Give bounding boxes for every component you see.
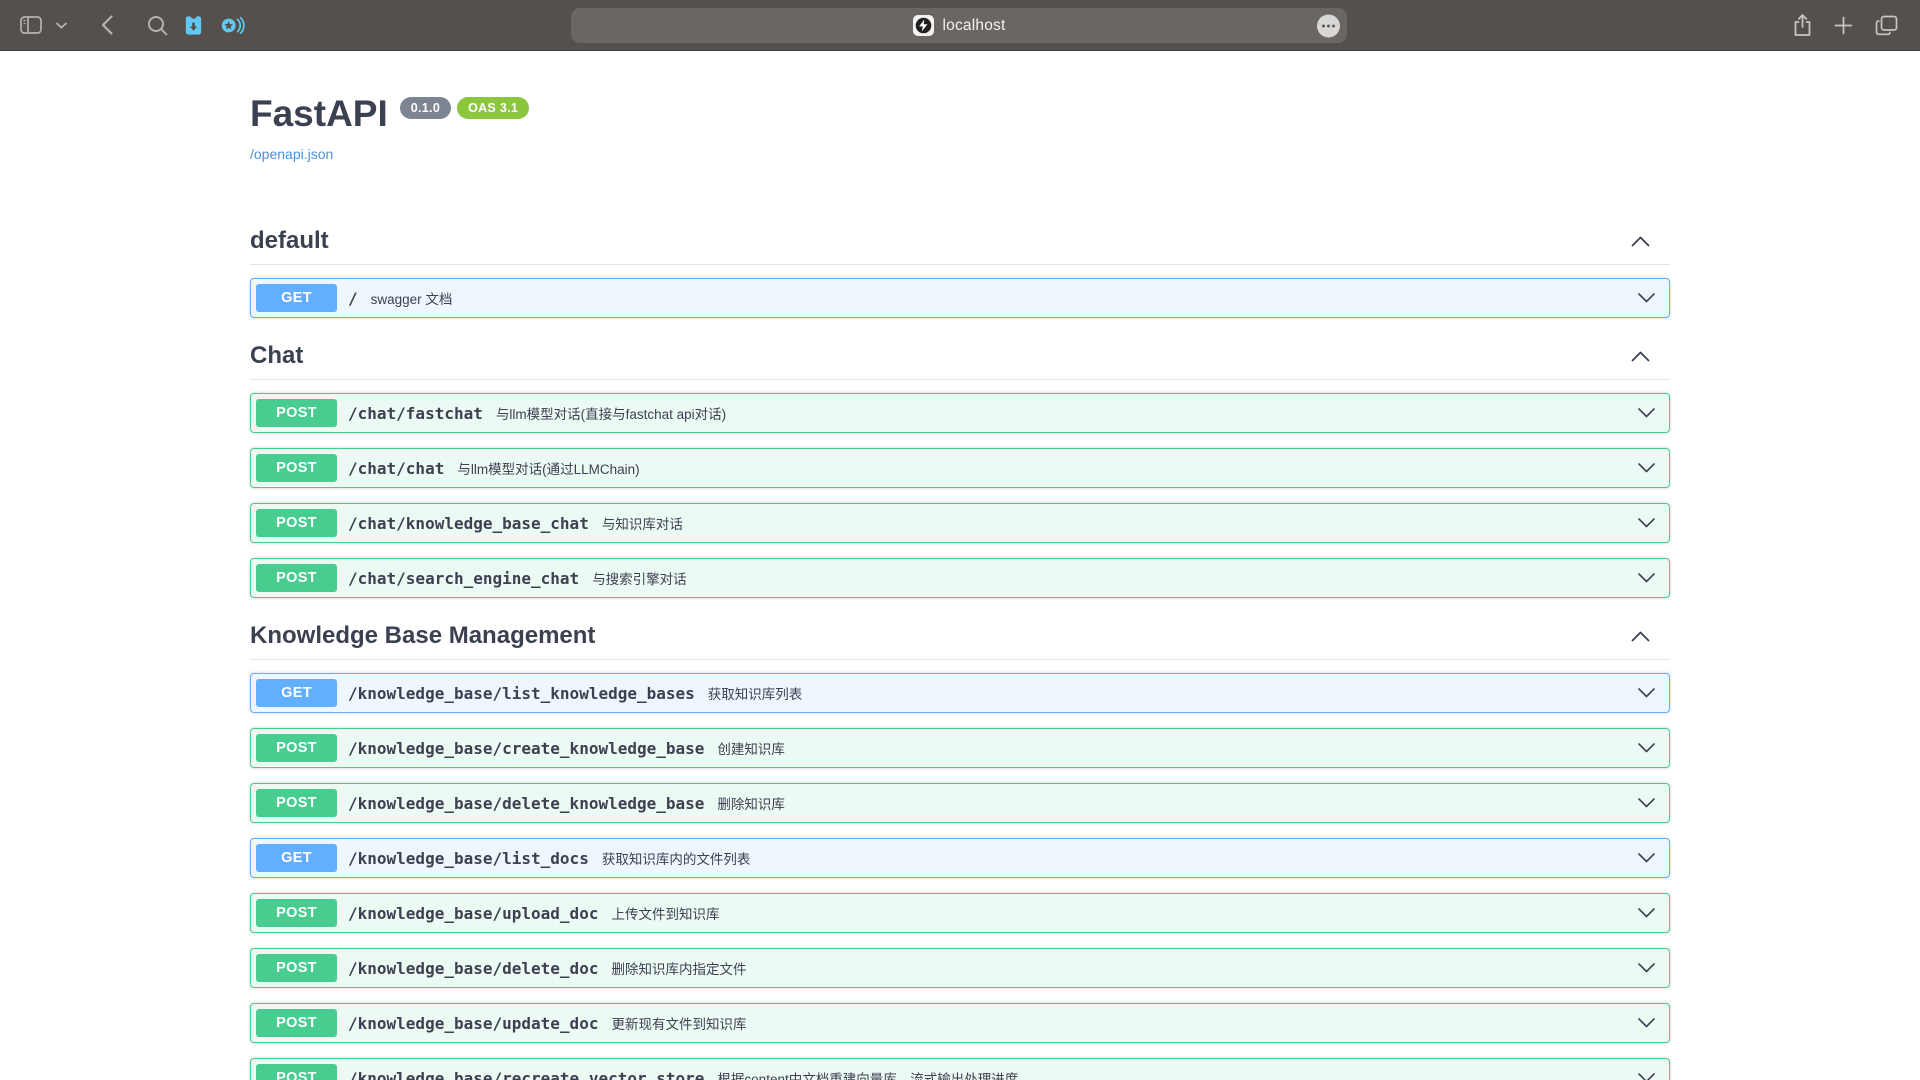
new-tab-icon[interactable] bbox=[1834, 16, 1853, 35]
method-badge: POST bbox=[256, 564, 337, 592]
tag-header-knowledge-base-management[interactable]: Knowledge Base Management bbox=[250, 613, 1670, 660]
url-text: localhost bbox=[943, 17, 1006, 35]
page-title: FastAPI 0.1.0 OAS 3.1 bbox=[250, 93, 1670, 135]
method-badge: POST bbox=[256, 509, 337, 537]
expand-chevron-down-icon[interactable] bbox=[1638, 408, 1655, 418]
extension-bookmark-icon[interactable] bbox=[182, 14, 205, 37]
operation-description: 与llm模型对话(通过LLMChain) bbox=[457, 458, 1638, 478]
expand-chevron-down-icon[interactable] bbox=[1638, 853, 1655, 863]
operation-row[interactable]: GET/knowledge_base/list_knowledge_bases 获… bbox=[250, 673, 1670, 713]
operation-row[interactable]: GET / swagger 文档 bbox=[250, 278, 1670, 318]
expand-chevron-down-icon[interactable] bbox=[1638, 908, 1655, 918]
method-badge: GET bbox=[256, 284, 337, 312]
method-badge: POST bbox=[256, 399, 337, 427]
operation-row[interactable]: POST/knowledge_base/create_knowledge_bas… bbox=[250, 728, 1670, 768]
operation-description: 获取知识库内的文件列表 bbox=[602, 848, 1638, 868]
operation-description: 删除知识库 bbox=[717, 793, 1638, 813]
browser-toolbar: localhost bbox=[0, 0, 1920, 51]
expand-chevron-down-icon[interactable] bbox=[1638, 798, 1655, 808]
operation-path: /chat/search_engine_chat bbox=[348, 569, 579, 588]
api-info: FastAPI 0.1.0 OAS 3.1 /openapi.json bbox=[250, 93, 1670, 164]
collapse-chevron-up-icon[interactable] bbox=[1631, 236, 1650, 247]
operation-path: /chat/knowledge_base_chat bbox=[348, 514, 589, 533]
operation-row[interactable]: POST/chat/fastchat 与llm模型对话(直接与fastchat a… bbox=[250, 393, 1670, 433]
operation-row[interactable]: POST/knowledge_base/upload_doc 上传文件到知识库 bbox=[250, 893, 1670, 933]
expand-chevron-down-icon[interactable] bbox=[1638, 688, 1655, 698]
method-badge: POST bbox=[256, 734, 337, 762]
operation-path: / bbox=[348, 289, 358, 308]
operation-description: 根据content中文档重建向量库，流式输出处理进度。 bbox=[717, 1068, 1638, 1080]
tag-header-chat[interactable]: Chat bbox=[250, 333, 1670, 380]
method-badge: POST bbox=[256, 1009, 337, 1037]
operation-path: /knowledge_base/upload_doc bbox=[348, 904, 598, 923]
operation-path: /knowledge_base/recreate_vector_store bbox=[348, 1069, 704, 1080]
operation-row[interactable]: POST/knowledge_base/update_doc 更新现有文件到知识库 bbox=[250, 1003, 1670, 1043]
operation-description: 上传文件到知识库 bbox=[611, 903, 1638, 923]
expand-chevron-down-icon[interactable] bbox=[1638, 293, 1655, 303]
method-badge: POST bbox=[256, 454, 337, 482]
fastapi-favicon bbox=[913, 15, 934, 36]
tab-group-chevron-icon[interactable] bbox=[56, 22, 67, 29]
extension-broadcast-icon[interactable] bbox=[219, 14, 246, 37]
api-sections: default GET / swagger 文档 Chat POST/chat/fastc… bbox=[250, 218, 1670, 1080]
operation-path: /knowledge_base/delete_knowledge_base bbox=[348, 794, 704, 813]
operation-row[interactable]: POST/chat/knowledge_base_chat 与知识库对话 bbox=[250, 503, 1670, 543]
version-badge: 0.1.0 bbox=[400, 97, 451, 119]
operation-description: 创建知识库 bbox=[717, 738, 1638, 758]
operation-row[interactable]: POST/chat/chat 与llm模型对话(通过LLMChain) bbox=[250, 448, 1670, 488]
operation-path: /knowledge_base/update_doc bbox=[348, 1014, 598, 1033]
operation-description: 删除知识库内指定文件 bbox=[611, 958, 1638, 978]
tag-header-default[interactable]: default bbox=[250, 218, 1670, 265]
method-badge: POST bbox=[256, 899, 337, 927]
operation-path: /knowledge_base/list_docs bbox=[348, 849, 589, 868]
operation-description: 更新现有文件到知识库 bbox=[611, 1013, 1638, 1033]
swagger-page: FastAPI 0.1.0 OAS 3.1 /openapi.json defa… bbox=[0, 51, 1920, 1080]
method-badge: POST bbox=[256, 954, 337, 982]
operation-path: /knowledge_base/delete_doc bbox=[348, 959, 598, 978]
tag-section: default GET / swagger 文档 bbox=[250, 218, 1670, 318]
operation-description: 获取知识库列表 bbox=[708, 683, 1638, 703]
tag-title: Knowledge Base Management bbox=[250, 622, 595, 650]
collapse-chevron-up-icon[interactable] bbox=[1631, 351, 1650, 362]
expand-chevron-down-icon[interactable] bbox=[1638, 573, 1655, 583]
operation-row[interactable]: POST/knowledge_base/delete_knowledge_bas… bbox=[250, 783, 1670, 823]
oas-badge: OAS 3.1 bbox=[457, 97, 529, 119]
expand-chevron-down-icon[interactable] bbox=[1638, 1073, 1655, 1080]
operation-description: 与知识库对话 bbox=[602, 513, 1638, 533]
tag-section: Knowledge Base Management GET/knowledge_b… bbox=[250, 613, 1670, 1080]
operation-row[interactable]: GET/knowledge_base/list_docs 获取知识库内的文件列表 bbox=[250, 838, 1670, 878]
operation-path: /knowledge_base/create_knowledge_base bbox=[348, 739, 704, 758]
operation-row[interactable]: POST/chat/search_engine_chat 与搜索引擎对话 bbox=[250, 558, 1670, 598]
operation-path: /knowledge_base/list_knowledge_bases bbox=[348, 684, 695, 703]
expand-chevron-down-icon[interactable] bbox=[1638, 963, 1655, 973]
method-badge: GET bbox=[256, 844, 337, 872]
api-title-text: FastAPI bbox=[250, 93, 388, 135]
method-badge: POST bbox=[256, 789, 337, 817]
operation-description: 与搜索引擎对话 bbox=[592, 568, 1638, 588]
page-settings-icon[interactable] bbox=[1317, 14, 1340, 37]
operation-path: /chat/fastchat bbox=[348, 404, 483, 423]
sidebar-icon[interactable] bbox=[20, 16, 42, 34]
operation-row[interactable]: POST/knowledge_base/delete_doc 删除知识库内指定文件 bbox=[250, 948, 1670, 988]
method-badge: GET bbox=[256, 679, 337, 707]
operation-description: swagger 文档 bbox=[371, 288, 1638, 308]
share-icon[interactable] bbox=[1793, 14, 1812, 37]
expand-chevron-down-icon[interactable] bbox=[1638, 463, 1655, 473]
expand-chevron-down-icon[interactable] bbox=[1638, 1018, 1655, 1028]
tab-overview-icon[interactable] bbox=[1875, 15, 1898, 36]
method-badge: POST bbox=[256, 1064, 337, 1080]
tag-title: Chat bbox=[250, 342, 303, 370]
collapse-chevron-up-icon[interactable] bbox=[1631, 631, 1650, 642]
expand-chevron-down-icon[interactable] bbox=[1638, 518, 1655, 528]
address-bar[interactable]: localhost bbox=[571, 8, 1347, 43]
search-icon[interactable] bbox=[147, 15, 168, 36]
operation-row[interactable]: POST/knowledge_base/recreate_vector_stor… bbox=[250, 1058, 1670, 1080]
tag-section: Chat POST/chat/fastchat 与llm模型对话(直接与fastch… bbox=[250, 333, 1670, 598]
openapi-spec-link[interactable]: /openapi.json bbox=[250, 146, 333, 162]
operation-path: /chat/chat bbox=[348, 459, 444, 478]
expand-chevron-down-icon[interactable] bbox=[1638, 743, 1655, 753]
operation-description: 与llm模型对话(直接与fastchat api对话) bbox=[496, 403, 1638, 423]
back-icon[interactable] bbox=[101, 15, 113, 35]
tag-title: default bbox=[250, 227, 329, 255]
